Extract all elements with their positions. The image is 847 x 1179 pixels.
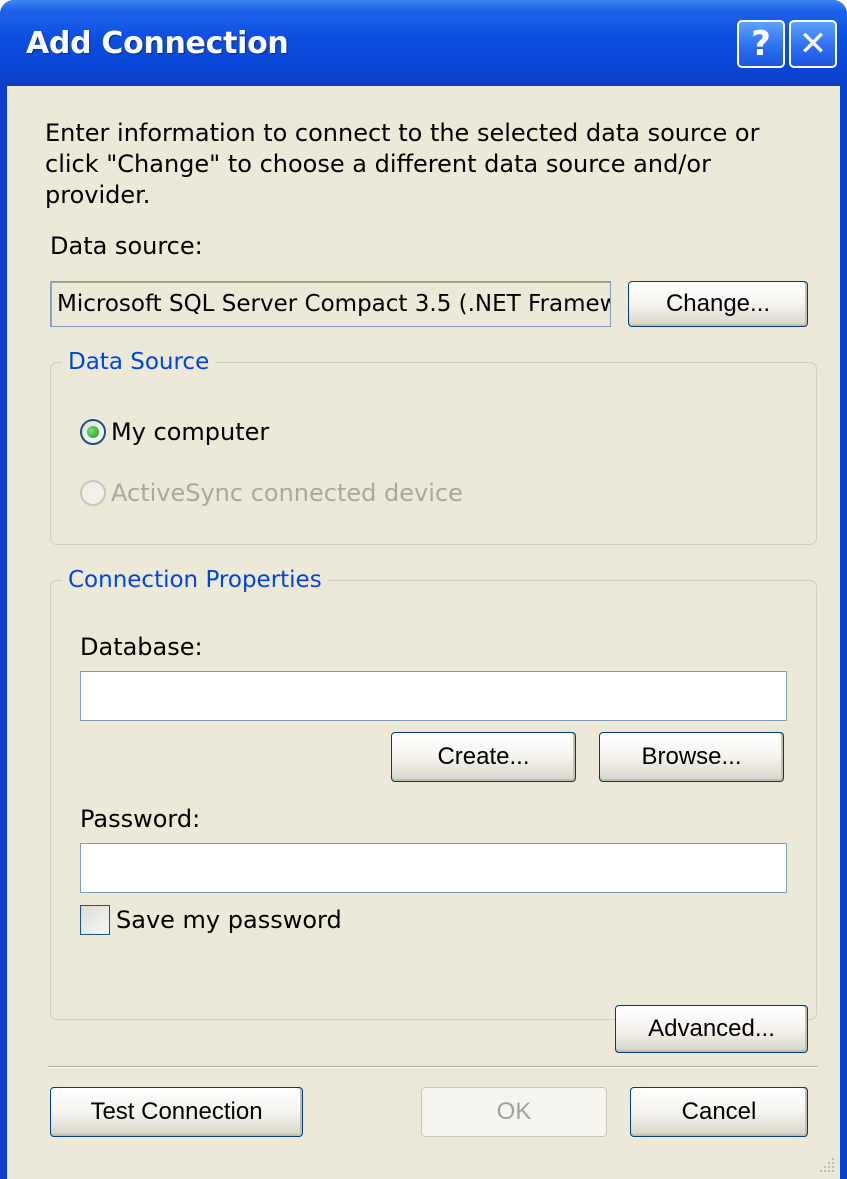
password-input[interactable] [80,843,787,893]
database-label: Database: [80,633,203,661]
database-input[interactable] [80,671,787,721]
ok-button: OK [421,1087,607,1137]
radio-activesync: ActiveSync connected device [80,479,463,507]
advanced-button[interactable]: Advanced... [615,1005,808,1053]
save-password-checkbox[interactable] [80,905,110,935]
cancel-button[interactable]: Cancel [630,1087,808,1137]
save-password-label: Save my password [116,906,342,934]
title-bar[interactable]: Add Connection ? ✕ [0,0,847,86]
data-source-group-title: Data Source [62,349,216,375]
connection-properties-title: Connection Properties [62,567,328,593]
test-connection-button[interactable]: Test Connection [50,1087,303,1137]
save-password-checkbox-row[interactable]: Save my password [80,905,342,935]
radio-activesync-label: ActiveSync connected device [111,479,463,507]
help-button[interactable]: ? [737,20,785,68]
add-connection-window: Add Connection ? ✕ Enter information to … [0,0,847,1179]
browse-button[interactable]: Browse... [599,732,784,782]
close-button[interactable]: ✕ [789,20,837,68]
data-source-label: Data source: [50,232,203,260]
footer-separator [48,1066,818,1068]
change-button[interactable]: Change... [628,281,808,327]
create-button[interactable]: Create... [391,732,576,782]
close-icon: ✕ [798,24,828,64]
radio-my-computer-label: My computer [111,418,270,446]
instruction-text: Enter information to connect to the sele… [45,119,760,209]
radio-my-computer[interactable]: My computer [80,418,269,446]
data-source-group [50,362,817,545]
data-source-field: Microsoft SQL Server Compact 3.5 (.NET F… [50,281,611,327]
radio-unselected-icon [80,480,106,506]
resize-grip-icon[interactable] [818,1156,838,1176]
radio-selected-icon[interactable] [80,419,106,445]
help-icon: ? [751,24,771,64]
window-title: Add Connection [26,26,289,61]
password-label: Password: [80,805,201,833]
